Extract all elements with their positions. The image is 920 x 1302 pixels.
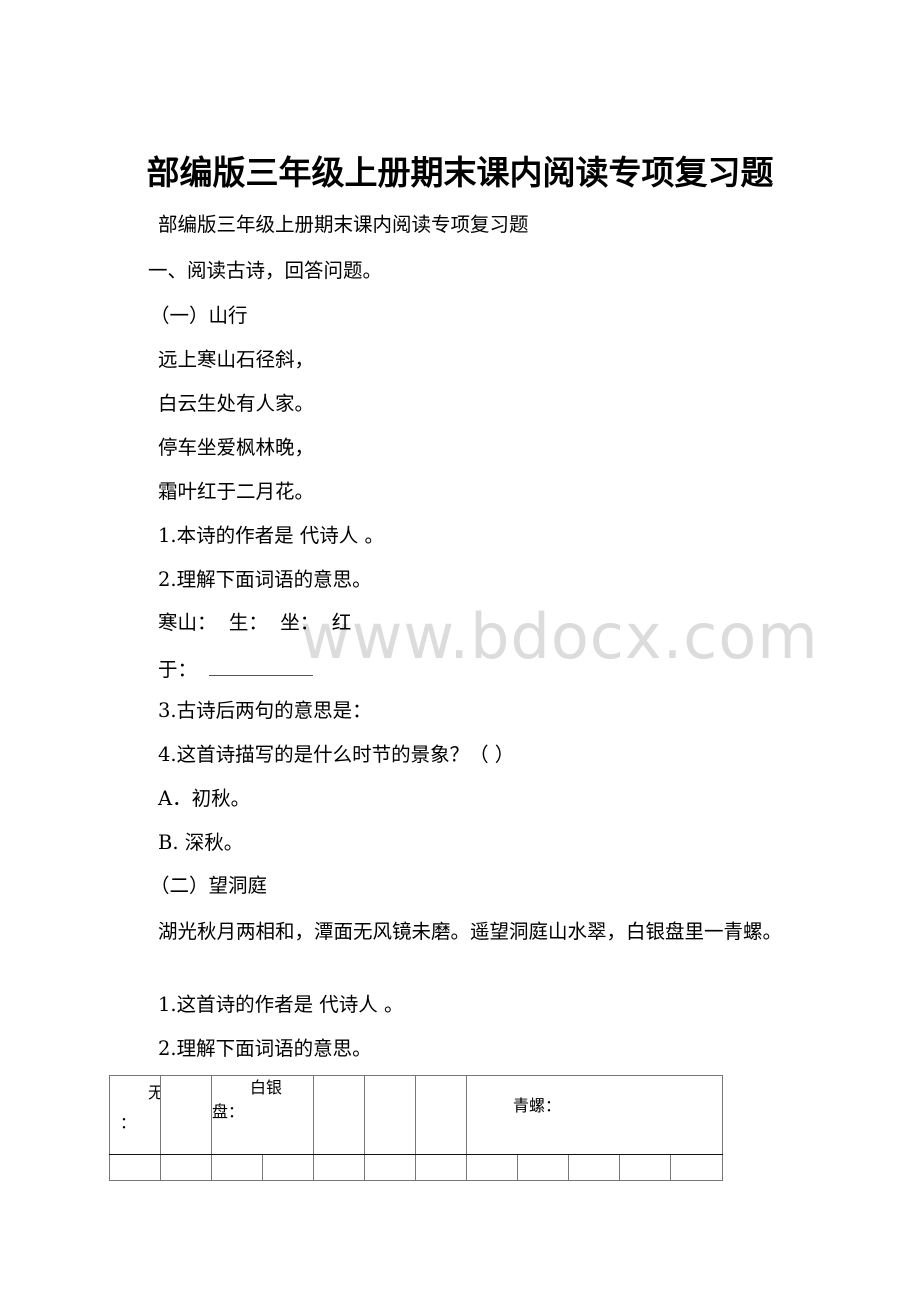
poem-1-question-2: 2.理解下面词语的意思。 xyxy=(158,568,372,591)
table-cell[interactable] xyxy=(670,1154,724,1181)
poem-2-question-1: 1.这首诗的作者是 代诗人 。 xyxy=(158,993,404,1016)
table-cell-silver-plate[interactable]: 白银 盘： xyxy=(210,1075,315,1155)
table-cell[interactable] xyxy=(415,1075,468,1155)
poem-1-question-4: 4.这首诗描写的是什么时节的景象？（ ） xyxy=(158,743,515,766)
term-label: 于： xyxy=(158,658,198,681)
table-cell[interactable] xyxy=(313,1075,366,1155)
table-cell-green-snail[interactable]: 青螺： xyxy=(466,1075,724,1155)
answer-blank xyxy=(209,655,314,676)
silver-plate-label-line-2: 盘： xyxy=(212,1102,245,1121)
poem-1-line-3: 停车坐爱枫林晚， xyxy=(158,436,315,459)
table-cell[interactable] xyxy=(415,1154,468,1181)
table-row xyxy=(109,1154,724,1181)
poem-1-option-b: B. 深秋。 xyxy=(158,831,244,854)
clipped-text: 无 xyxy=(148,1079,160,1103)
table-cell[interactable] xyxy=(211,1154,263,1181)
vocabulary-table: 无 ： 白银 盘： 青螺： xyxy=(109,1075,724,1181)
poem-1-option-a: A．初秋。 xyxy=(158,787,251,810)
poem-1-question-3: 3.古诗后两句的意思是： xyxy=(158,699,372,722)
document-subtitle: 部编版三年级上册期末课内阅读专项复习题 xyxy=(158,213,529,236)
section-heading-1: 一、阅读古诗，回答问题。 xyxy=(148,259,383,282)
table-cell[interactable] xyxy=(364,1075,417,1155)
table-cell[interactable] xyxy=(364,1154,417,1181)
colon-text: ： xyxy=(120,1113,137,1132)
poem-2-text: 湖光秋月两相和，潭面无风镜未磨。遥望洞庭山水翠，白银盘里一青螺。 xyxy=(158,920,783,943)
table-cell[interactable] xyxy=(261,1154,315,1181)
table-cell[interactable] xyxy=(568,1154,621,1181)
poem-2-heading: （二）望洞庭 xyxy=(150,874,268,897)
table-cell[interactable] xyxy=(109,1154,161,1181)
document-title: 部编版三年级上册期末课内阅读专项复习题 xyxy=(146,153,774,192)
table-cell[interactable] xyxy=(160,1075,212,1155)
poem-2-question-2: 2.理解下面词语的意思。 xyxy=(158,1037,372,1060)
poem-1-line-4: 霜叶红于二月花。 xyxy=(158,480,315,503)
green-snail-label: 青螺： xyxy=(513,1096,562,1115)
table-cell[interactable] xyxy=(313,1154,366,1181)
table-cell-clipped[interactable]: 无 ： xyxy=(109,1075,161,1155)
poem-1-heading: （一）山行 xyxy=(150,304,248,327)
table-cell[interactable] xyxy=(517,1154,570,1181)
poem-1-question-1: 1.本诗的作者是 代诗人 。 xyxy=(158,524,385,547)
table-row: 无 ： 白银 盘： 青螺： xyxy=(109,1075,724,1155)
watermark: www.bdocx.com xyxy=(300,600,819,673)
silver-plate-label-line-1: 白银 xyxy=(250,1078,283,1097)
poem-1-line-2: 白云生处有人家。 xyxy=(158,392,315,415)
poem-1-question-2-terms: 寒山： 生： 坐： 红 xyxy=(158,611,352,634)
poem-1-question-2-terms-cont: 于： xyxy=(158,655,314,682)
table-cell[interactable] xyxy=(160,1154,212,1181)
table-cell[interactable] xyxy=(466,1154,519,1181)
table-cell[interactable] xyxy=(619,1154,672,1181)
poem-1-line-1: 远上寒山石径斜， xyxy=(158,348,315,371)
